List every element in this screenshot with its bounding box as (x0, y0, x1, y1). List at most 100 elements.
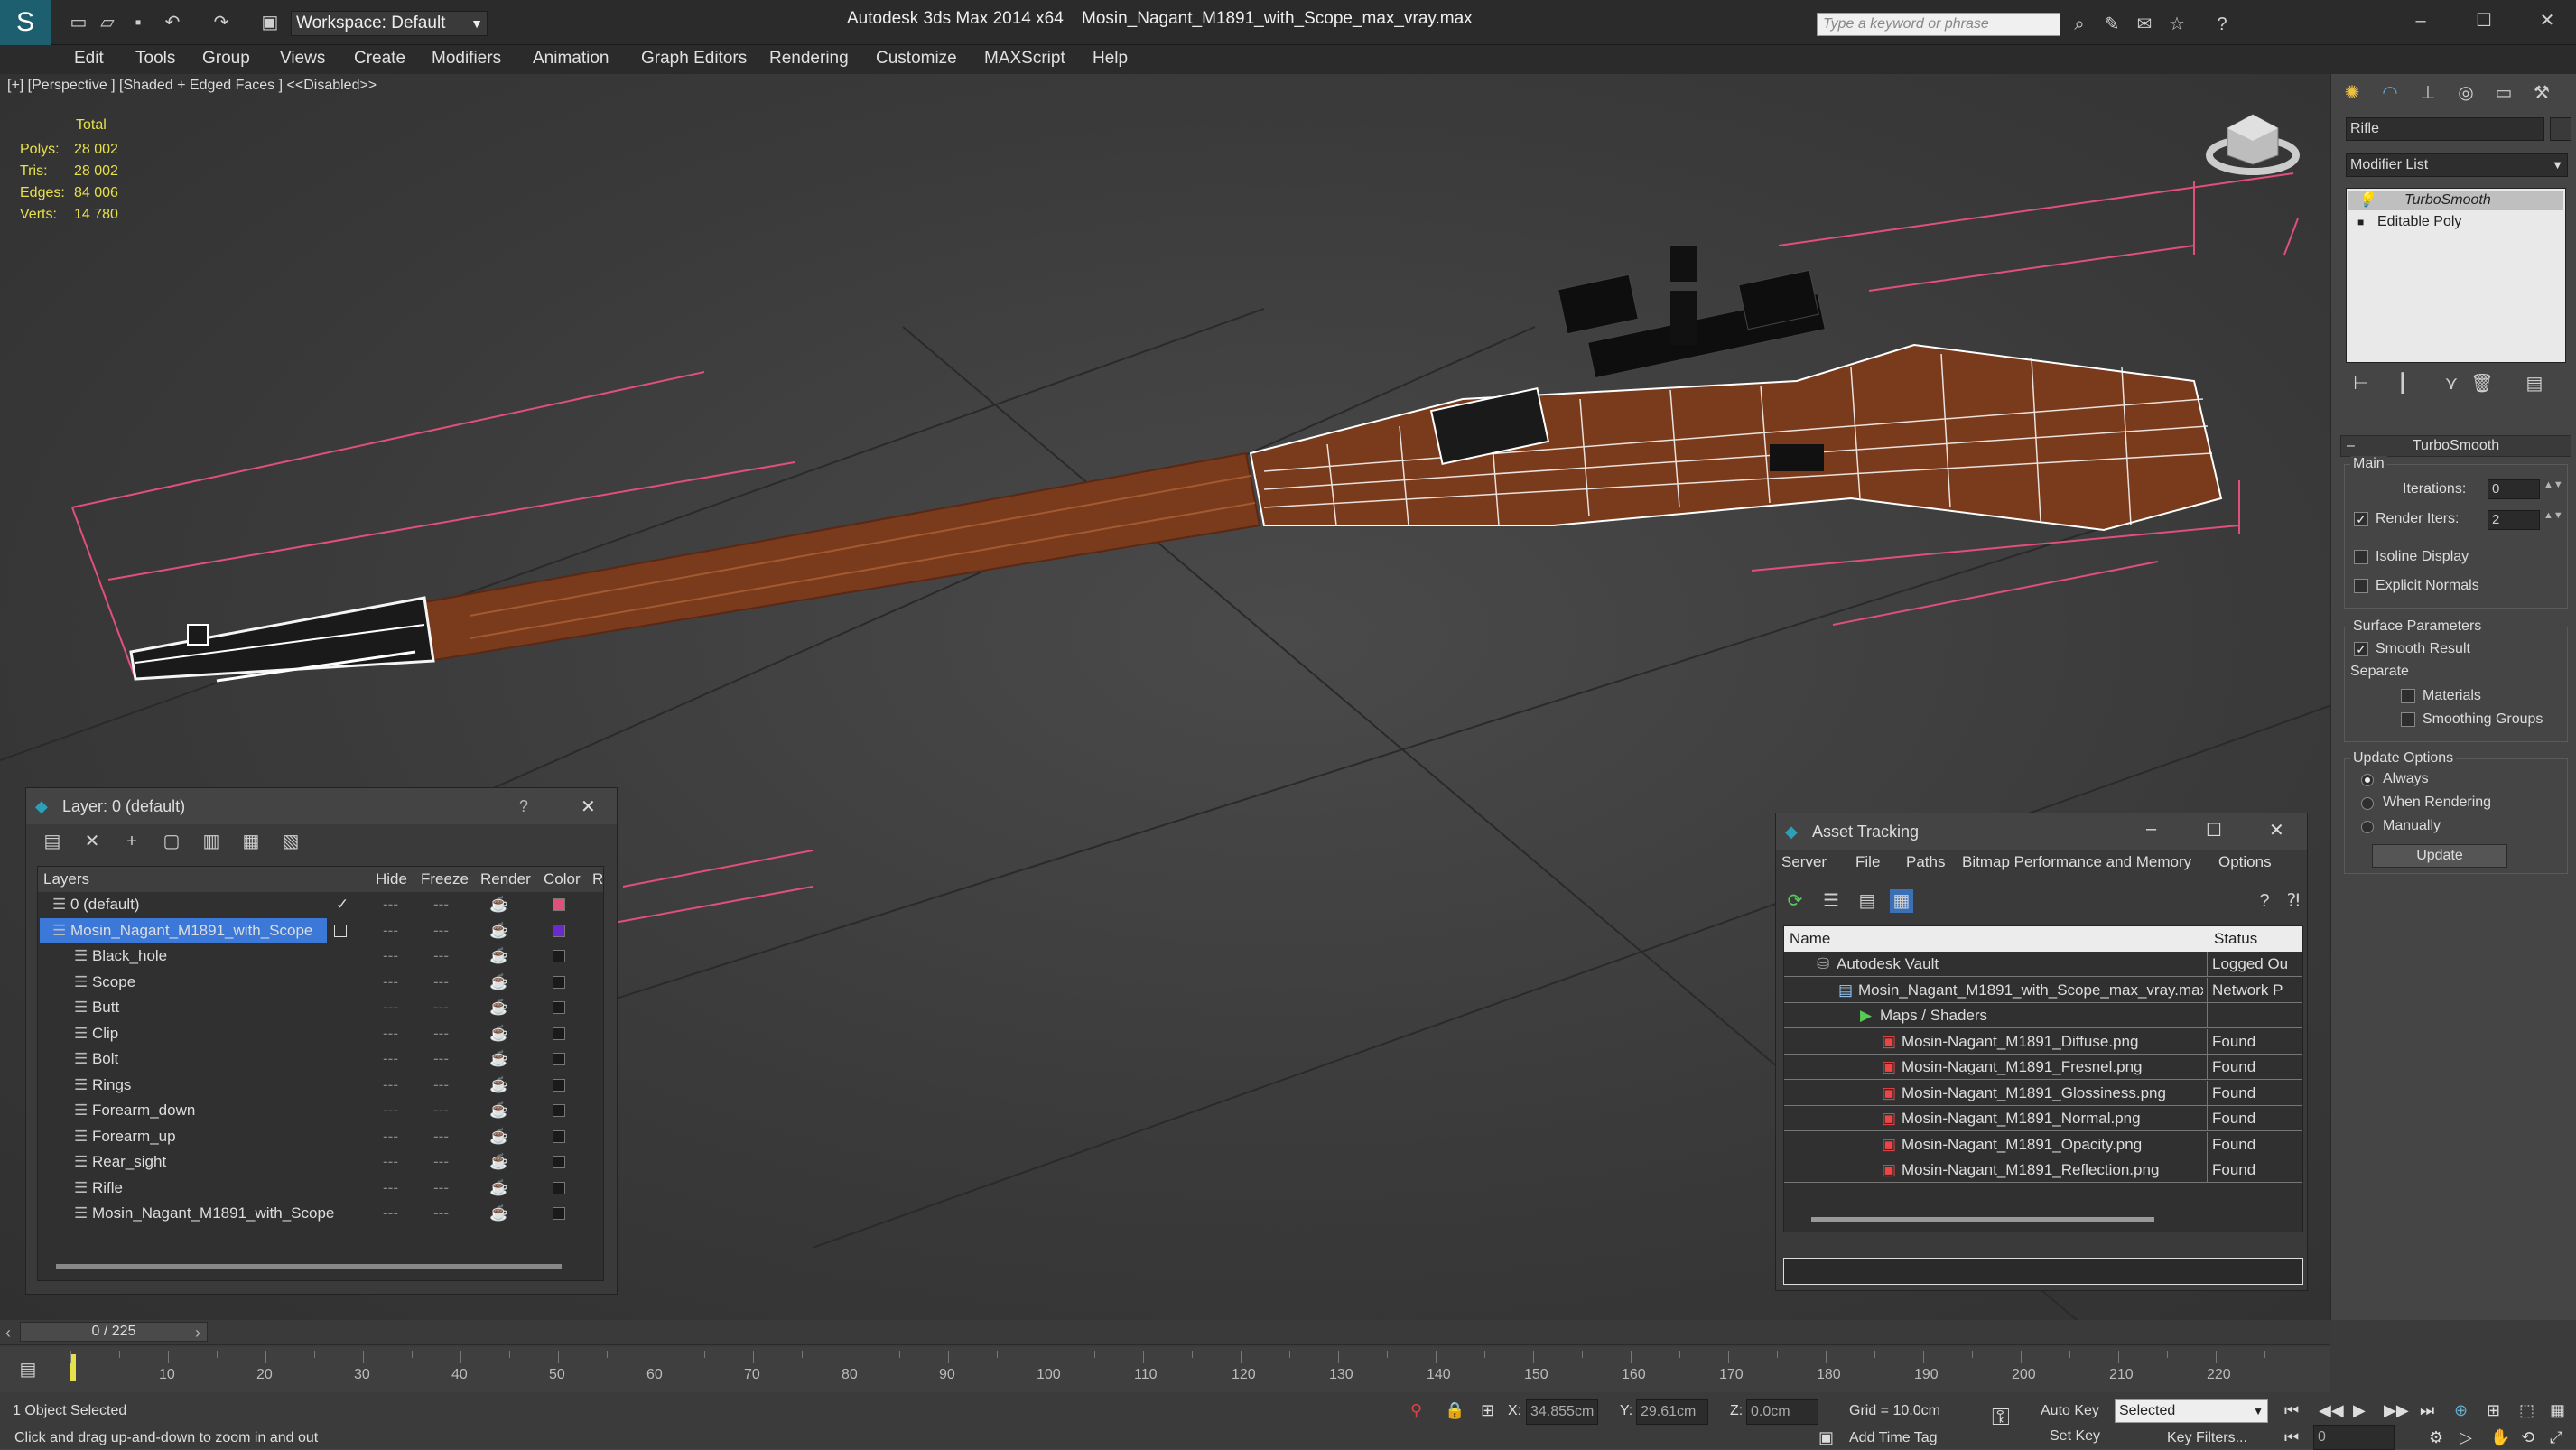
layer-row[interactable]: ☰ 0 (default) ✓ --- --- ☕ (38, 892, 601, 917)
spinner-arrows-icon[interactable]: ▲▼ (2543, 479, 2563, 490)
freeze-toggle[interactable]: --- (433, 943, 449, 969)
col-status[interactable]: Status (2214, 926, 2257, 952)
layer-color-swatch[interactable] (553, 1156, 565, 1168)
menu-graph-editors[interactable]: Graph Editors (641, 49, 747, 69)
help-icon[interactable]: ? (2210, 13, 2234, 36)
render-teapot-icon[interactable]: ☕ (489, 970, 508, 995)
asset-row[interactable]: ⛁ Autodesk Vault Logged Ou (1784, 952, 2302, 977)
time-slider-thumb[interactable]: 0 / 225 (20, 1322, 208, 1342)
layer-row[interactable]: ☰ Rings --- --- ☕ (38, 1073, 601, 1098)
key-mode-dropdown[interactable]: Selected ▼ (2115, 1399, 2268, 1423)
freeze-toggle[interactable]: --- (433, 1046, 449, 1072)
stack-item-turbosmooth[interactable]: 💡 TurboSmooth (2348, 191, 2563, 210)
auto-key-button[interactable]: Auto Key (2041, 1399, 2107, 1423)
refresh-icon[interactable]: ⟳ (1783, 889, 1807, 913)
absolute-mode-icon[interactable]: ⊞ (1481, 1401, 1494, 1420)
favorites-star-icon[interactable]: ☆ (2165, 13, 2189, 36)
layer-row[interactable]: ☰ Mosin_Nagant_M1891_with_Scope --- --- ☕ (38, 917, 601, 943)
layer-color-swatch[interactable] (553, 1129, 565, 1143)
key-mode-icon[interactable]: ⏮ (2284, 1428, 2299, 1447)
key-icon[interactable]: ⚿ (1992, 1403, 2010, 1432)
minimize-icon[interactable]: – (2409, 9, 2432, 33)
layer-row[interactable]: ☰ Rear_sight --- --- ☕ (38, 1149, 601, 1175)
iterations-spinner[interactable]: 0 (2488, 479, 2540, 499)
asset-row[interactable]: ▣ Mosin-Nagant_M1891_Fresnel.png Found (1784, 1055, 2302, 1080)
go-to-end-icon[interactable]: ⏭ (2420, 1401, 2434, 1420)
smooth-result-checkbox[interactable]: ✓ (2354, 642, 2368, 656)
render-teapot-icon[interactable]: ☕ (489, 1201, 508, 1226)
render-teapot-icon[interactable]: ☕ (489, 1073, 508, 1098)
asset-row[interactable]: ▣ Mosin-Nagant_M1891_Reflection.png Found (1784, 1157, 2302, 1183)
maximize-toggle-icon[interactable]: ⤢ (2550, 1428, 2562, 1447)
app-logo-icon[interactable]: S (0, 0, 51, 45)
isolate-icon[interactable]: ⚲ (1410, 1401, 1422, 1420)
col-color[interactable]: Color (544, 867, 581, 892)
asset-scrollbar[interactable] (1811, 1217, 2154, 1222)
communication-icon[interactable]: ✉ (2133, 13, 2156, 36)
asset-menu-server[interactable]: Server (1781, 853, 1827, 871)
turbosmooth-rollout-header[interactable]: – TurboSmooth (2340, 435, 2571, 457)
render-teapot-icon[interactable]: ☕ (489, 1149, 508, 1175)
render-iters-checkbox[interactable]: ✓ (2354, 512, 2368, 526)
asset-row[interactable]: ▤ Mosin_Nagant_M1891_with_Scope_max_vray.… (1784, 977, 2302, 1003)
set-key-button[interactable]: Set Key (2050, 1425, 2107, 1448)
hierarchy-tab-icon[interactable]: ⊥ (2416, 81, 2440, 105)
menu-rendering[interactable]: Rendering (769, 49, 849, 69)
always-radio[interactable] (2361, 774, 2374, 786)
zoom-extents-icon[interactable]: ⬚ (2519, 1401, 2534, 1420)
freeze-all-icon[interactable]: ▧ (279, 830, 302, 853)
smoothing-groups-checkbox[interactable] (2401, 712, 2415, 727)
help-icon[interactable]: ? (519, 797, 528, 816)
asset-menu-bitmap[interactable]: Bitmap Performance and Memory (1962, 853, 2191, 871)
pin-stack-icon[interactable]: ⊢ (2349, 372, 2373, 395)
layer-color-swatch[interactable] (553, 1104, 565, 1117)
freeze-toggle[interactable]: --- (433, 1149, 449, 1175)
layer-color-swatch[interactable] (553, 898, 565, 911)
list-view-icon[interactable]: ☰ (1819, 889, 1843, 913)
maximize-icon[interactable]: ☐ (2472, 9, 2496, 33)
context-help-icon[interactable]: ⁈ (2282, 889, 2305, 913)
layer-dialog-titlebar[interactable]: ◆ Layer: 0 (default) ? ✕ (26, 788, 617, 824)
show-end-result-icon[interactable]: ┃ (2391, 372, 2414, 395)
render-teapot-icon[interactable]: ☕ (489, 995, 508, 1020)
asset-menu-paths[interactable]: Paths (1906, 853, 1945, 871)
render-teapot-icon[interactable]: ☕ (489, 1124, 508, 1149)
object-name-field[interactable]: Rifle (2346, 117, 2544, 141)
freeze-toggle[interactable]: --- (433, 1124, 449, 1149)
binoculars-icon[interactable]: ⌕ (2068, 13, 2091, 36)
render-teapot-icon[interactable]: ☕ (489, 1046, 508, 1072)
freeze-toggle[interactable]: --- (433, 1201, 449, 1226)
maximize-viewport-icon[interactable]: ▦ (2550, 1401, 2565, 1420)
menu-tools[interactable]: Tools (135, 49, 175, 69)
save-icon[interactable]: ▪ (126, 11, 150, 34)
hide-toggle[interactable]: --- (383, 1176, 398, 1201)
render-iters-spinner[interactable]: 2 (2488, 510, 2540, 530)
hide-toggle[interactable]: --- (383, 1201, 398, 1226)
search-input[interactable]: Type a keyword or phrase (1817, 13, 2060, 36)
freeze-toggle[interactable]: --- (433, 1098, 449, 1123)
hide-all-icon[interactable]: ▦ (239, 830, 263, 853)
hide-toggle[interactable]: --- (383, 1098, 398, 1123)
asset-menu-options[interactable]: Options (2218, 853, 2272, 871)
configure-sets-icon[interactable]: ▤ (2523, 372, 2546, 395)
zoom-all-icon[interactable]: ⊞ (2487, 1401, 2500, 1420)
set-current-icon[interactable] (334, 924, 347, 937)
modify-tab-icon[interactable]: ◠ (2378, 81, 2402, 105)
asset-row[interactable]: ▣ Mosin-Nagant_M1891_Normal.png Found (1784, 1106, 2302, 1131)
new-layer-icon[interactable]: ▤ (41, 830, 64, 853)
object-color-swatch[interactable] (2550, 117, 2571, 141)
hide-toggle[interactable]: --- (383, 1124, 398, 1149)
time-tag-icon[interactable]: ▣ (1818, 1428, 1834, 1447)
add-to-layer-icon[interactable]: + (120, 830, 144, 853)
track-bar[interactable]: ▤ 10 20 30 40 50 60 70 80 90 100 110 120 130 140 150 16… (0, 1347, 2330, 1392)
hide-toggle[interactable]: --- (383, 1149, 398, 1175)
hide-toggle[interactable]: --- (383, 892, 398, 917)
render-teapot-icon[interactable]: ☕ (489, 1176, 508, 1201)
x-coordinate-field[interactable]: 34.855cm (1526, 1399, 1598, 1425)
freeze-toggle[interactable]: --- (433, 1021, 449, 1046)
layer-row[interactable]: ☰ Bolt --- --- ☕ (38, 1046, 601, 1072)
menu-help[interactable]: Help (1093, 49, 1128, 69)
new-file-icon[interactable]: ▭ (67, 11, 90, 34)
when-rendering-radio[interactable] (2361, 797, 2374, 810)
hide-toggle[interactable]: --- (383, 995, 398, 1020)
